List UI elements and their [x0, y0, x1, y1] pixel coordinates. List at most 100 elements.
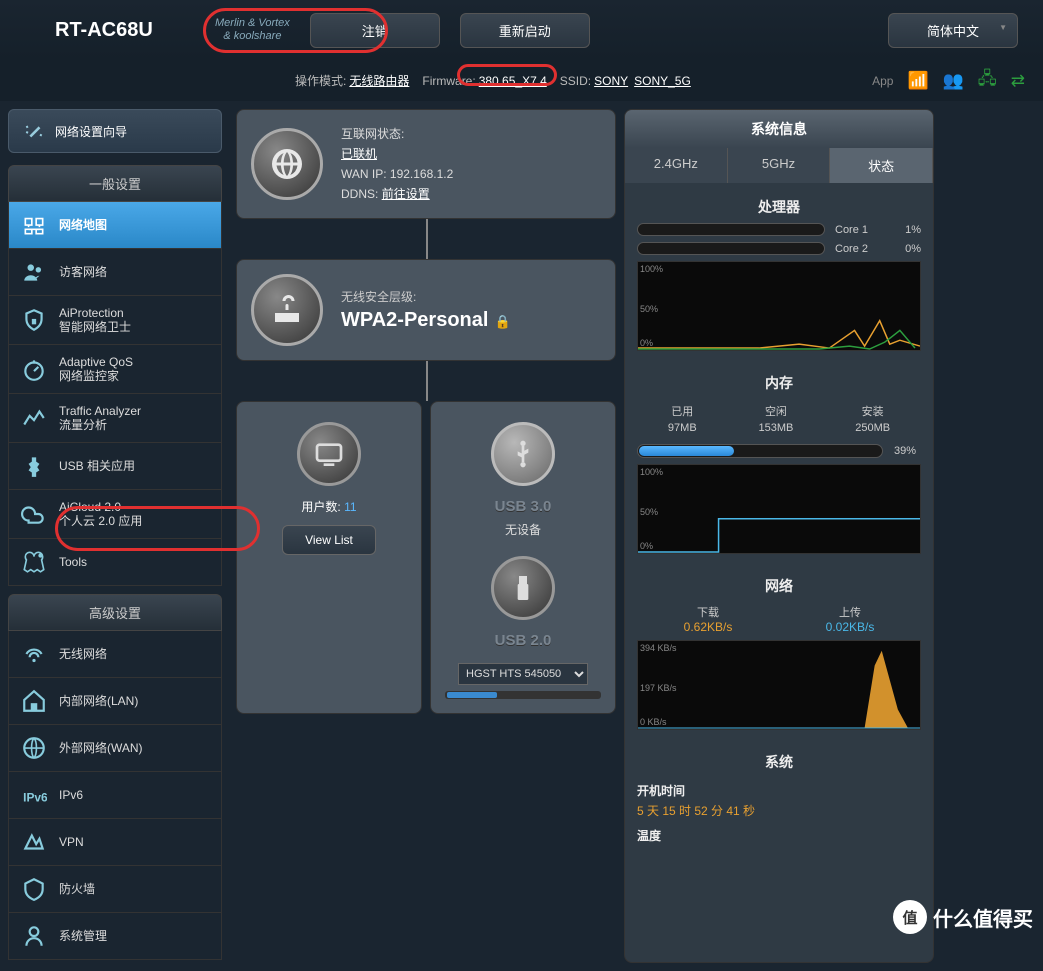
app-link[interactable]: App	[872, 74, 893, 88]
usb2-icon	[491, 556, 555, 620]
usb-disk-select[interactable]: HGST HTS 545050	[458, 663, 588, 685]
sidebar-item--lan-[interactable]: 内部网络(LAN)	[8, 678, 222, 725]
menu-icon	[21, 549, 47, 575]
monitor-icon	[297, 422, 361, 486]
net-graph: 394 KB/s197 KB/s0 KB/s	[637, 640, 921, 730]
clients-count: 11	[344, 500, 356, 514]
usb3-label: USB 3.0	[445, 498, 601, 515]
net-header: 网络	[637, 570, 921, 602]
menu-icon	[21, 876, 47, 902]
menu-icon	[21, 829, 47, 855]
ddns-link[interactable]: 前往设置	[382, 187, 430, 201]
menu-icon	[21, 212, 47, 238]
ssid1-link[interactable]: SONY	[594, 74, 628, 88]
view-list-button[interactable]: View List	[282, 525, 376, 555]
model-name: RT-AC68U	[55, 19, 205, 42]
sidebar-item-vpn[interactable]: VPN	[8, 819, 222, 866]
core2-bar	[637, 242, 825, 255]
core1-bar	[637, 223, 825, 236]
reboot-button[interactable]: 重新启动	[460, 13, 590, 48]
firmware-label: Firmware:	[422, 74, 475, 88]
sidebar-item-adaptive-qos[interactable]: Adaptive QoS网络监控家	[8, 345, 222, 394]
usb2-label: USB 2.0	[445, 632, 601, 649]
wireless-panel[interactable]: 无线安全层级: WPA2-Personal 🔒	[236, 259, 616, 361]
ul-speed: 0.02KB/s	[826, 620, 875, 634]
router-icon	[251, 274, 323, 346]
wan-ip: 192.168.1.2	[390, 167, 453, 181]
cpu-graph: 100%50%0%	[637, 261, 921, 351]
mem-pct: 39%	[894, 445, 916, 457]
uptime-value: 5 天 15 时 52 分 41 秒	[637, 802, 921, 819]
internet-panel[interactable]: 互联网状态: 已联机 WAN IP: 192.168.1.2 DDNS: 前往设…	[236, 109, 616, 219]
sidebar-item-aicloud-2-0[interactable]: AiCloud 2.0个人云 2.0 应用	[8, 490, 222, 539]
usb-panel[interactable]: USB 3.0 无设备 USB 2.0 HGST HTS 545050	[430, 401, 616, 714]
sidebar-item--[interactable]: 访客网络	[8, 249, 222, 296]
mem-used: 97MB	[668, 422, 697, 434]
sidebar-item-usb-[interactable]: USB 相关应用	[8, 443, 222, 490]
menu-icon: IPv6	[21, 782, 47, 808]
system-header: 系统	[637, 746, 921, 778]
wifi-icon[interactable]: 📶	[907, 71, 928, 91]
firmware-link[interactable]: 380.65_X7.4	[479, 74, 547, 88]
mem-graph: 100%50%0%	[637, 464, 921, 554]
sysinfo-header: 系统信息	[625, 110, 933, 148]
menu-icon	[21, 307, 47, 333]
firmware-tagline: Merlin & Vortex& koolshare	[215, 17, 290, 43]
clients-label: 用户数:	[301, 500, 340, 514]
wifi-sec-label: 无线安全层级:	[341, 288, 511, 305]
disk-usage-bar	[445, 691, 601, 699]
sidebar-item--wan-[interactable]: 外部网络(WAN)	[8, 725, 222, 772]
tab-24ghz[interactable]: 2.4GHz	[625, 148, 728, 183]
net-status-label: 互联网状态:	[341, 124, 453, 144]
sidebar-item--[interactable]: 无线网络	[8, 631, 222, 678]
sidebar-item-aiprotection[interactable]: AiProtection智能网络卫士	[8, 296, 222, 345]
ssid2-link[interactable]: SONY_5G	[634, 74, 691, 88]
wand-icon	[23, 120, 45, 142]
sidebar-item--[interactable]: 防火墙	[8, 866, 222, 913]
menu-icon	[21, 735, 47, 761]
mem-free: 153MB	[759, 422, 794, 434]
mem-bar: 39%	[637, 444, 883, 458]
opmode-link[interactable]: 无线路由器	[349, 72, 409, 89]
menu-icon	[21, 688, 47, 714]
sidebar-item-ipv6[interactable]: IPv6IPv6	[8, 772, 222, 819]
usb3-status: 无设备	[445, 521, 601, 538]
lock-icon: 🔒	[494, 314, 510, 329]
mem-header: 内存	[637, 367, 921, 399]
sidebar-item--[interactable]: 系统管理	[8, 913, 222, 960]
usb3-icon	[491, 422, 555, 486]
watermark: 值什么值得买	[893, 900, 1033, 934]
svg-text:IPv6: IPv6	[23, 791, 47, 805]
usb-icon[interactable]: ⇄	[1011, 71, 1025, 91]
sidebar-item-tools[interactable]: Tools	[8, 539, 222, 586]
menu-icon	[21, 923, 47, 949]
menu-icon	[21, 356, 47, 382]
core1-val: 1%	[893, 224, 921, 236]
tab-status[interactable]: 状态	[830, 148, 933, 183]
advanced-header: 高级设置	[8, 594, 222, 631]
opmode-label: 操作模式:	[295, 72, 346, 89]
mem-total: 250MB	[855, 422, 890, 434]
logout-button[interactable]: 注销	[310, 13, 440, 48]
globe-icon	[251, 128, 323, 200]
menu-icon	[21, 405, 47, 431]
menu-icon	[21, 501, 47, 527]
general-header: 一般设置	[8, 165, 222, 202]
clients-panel[interactable]: 用户数: 11 View List	[236, 401, 422, 714]
guest-icon[interactable]: 👥	[943, 71, 964, 91]
wifi-security: WPA2-Personal	[341, 309, 488, 331]
core2-val: 0%	[893, 243, 921, 255]
menu-icon	[21, 641, 47, 667]
lan-icon[interactable]: 🖧	[978, 66, 997, 95]
menu-icon	[21, 259, 47, 285]
sidebar-item--[interactable]: 网络地图	[8, 202, 222, 249]
setup-wizard[interactable]: 网络设置向导	[8, 109, 222, 153]
ssid-label: SSID:	[560, 74, 591, 88]
menu-icon	[21, 453, 47, 479]
language-select[interactable]: 简体中文	[888, 13, 1018, 48]
sidebar-item-traffic-analyzer[interactable]: Traffic Analyzer流量分析	[8, 394, 222, 443]
cpu-header: 处理器	[637, 191, 921, 223]
dl-speed: 0.62KB/s	[684, 620, 733, 634]
net-status[interactable]: 已联机	[341, 147, 377, 161]
tab-5ghz[interactable]: 5GHz	[728, 148, 831, 183]
